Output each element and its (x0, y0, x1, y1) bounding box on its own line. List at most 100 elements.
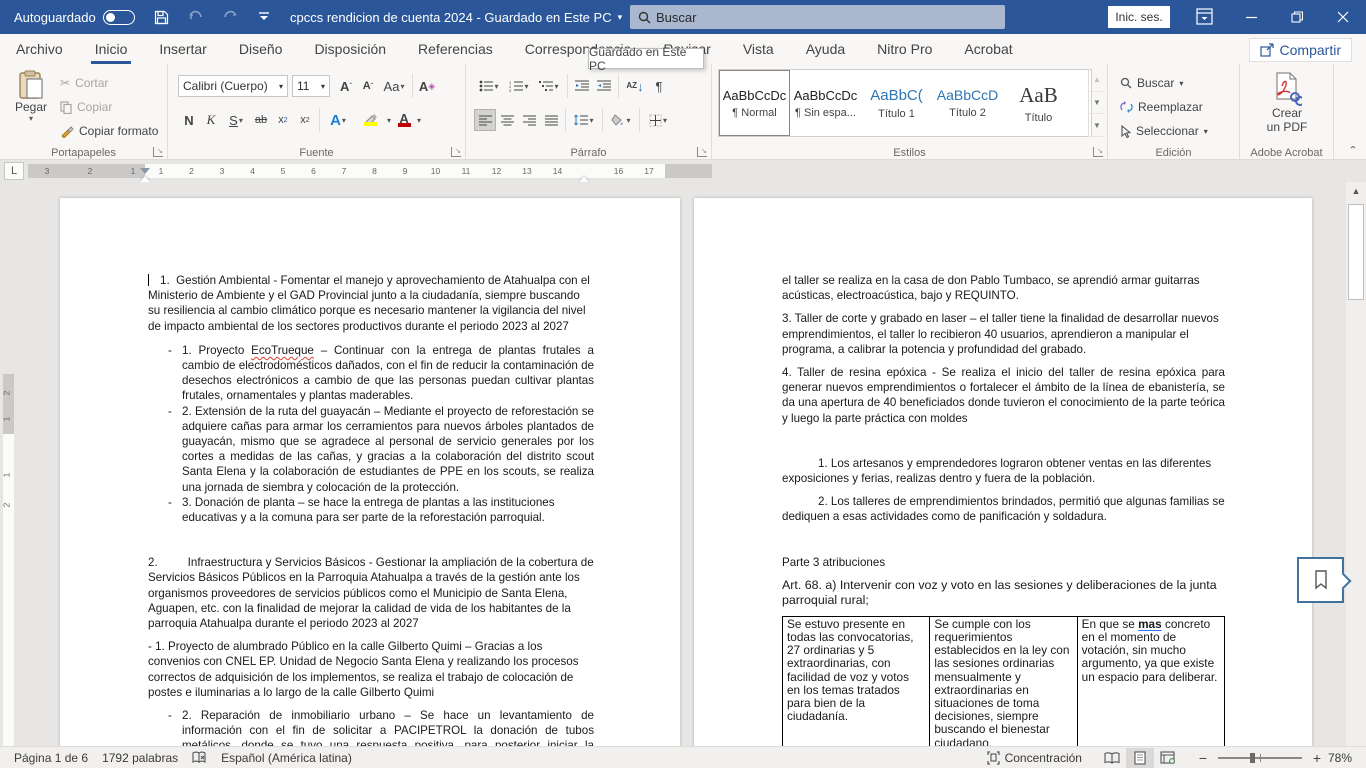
borders-button[interactable]: ▾ (643, 109, 673, 131)
zoom-in-button[interactable]: + (1310, 750, 1324, 766)
justify-button[interactable] (540, 109, 562, 131)
tab-diseno[interactable]: Diseño (223, 34, 299, 64)
align-center-button[interactable] (496, 109, 518, 131)
paragraph[interactable]: 4. Taller de resina epóxica - Se realiza… (782, 365, 1225, 426)
tab-insertar[interactable]: Insertar (143, 34, 222, 64)
zoom-slider[interactable] (1218, 757, 1302, 759)
strikethrough-button[interactable]: ab (250, 109, 272, 131)
increase-indent-button[interactable] (593, 75, 615, 97)
close-button[interactable] (1320, 0, 1366, 34)
web-layout-button[interactable] (1154, 748, 1182, 768)
focus-mode-button[interactable]: Concentración (987, 751, 1082, 765)
sort-button[interactable]: AZ↓ (622, 75, 648, 97)
underline-button[interactable]: S▾ (222, 109, 250, 131)
font-color-button[interactable]: A (391, 109, 417, 131)
language-indicator[interactable]: Español (América latina) (221, 751, 352, 765)
font-family-select[interactable]: Calibri (Cuerpo)▾ (178, 75, 288, 97)
zoom-slider-thumb[interactable] (1250, 753, 1255, 763)
list-item[interactable]: 1. Proyecto EcoTrueque – Continuar con l… (148, 343, 594, 404)
document-table[interactable]: Se estuvo presente en todas las convocat… (782, 616, 1225, 746)
align-left-button[interactable] (474, 109, 496, 131)
shading-button[interactable]: ▾ (606, 109, 636, 131)
search-input[interactable]: Buscar (630, 5, 1005, 29)
style-normal[interactable]: AaBbCcDc ¶ Normal (719, 70, 790, 136)
list-item[interactable]: 2. Extensión de la ruta del guayacán – M… (148, 404, 594, 495)
first-line-indent-marker[interactable] (140, 168, 150, 174)
show-marks-button[interactable]: ¶ (648, 75, 670, 97)
paragraph[interactable]: Art. 68. a) Intervenir con voz y voto en… (782, 578, 1225, 608)
paragraph[interactable]: 1. Gestión Ambiental - Fomentar el manej… (148, 273, 594, 334)
style-heading2[interactable]: AaBbCcD Título 2 (932, 70, 1003, 136)
tab-inicio[interactable]: Inicio (79, 34, 144, 64)
paste-button[interactable]: Pegar ▾ (8, 70, 54, 123)
paragraph[interactable]: - 1. Proyecto de alumbrado Público en la… (148, 639, 594, 700)
tab-vista[interactable]: Vista (727, 34, 790, 64)
table-cell[interactable]: Se cumple con los requerimientos estable… (930, 616, 1077, 746)
style-no-spacing[interactable]: AaBbCcDc ¶ Sin espa... (790, 70, 861, 136)
subscript-button[interactable]: x2 (272, 109, 294, 131)
paragraph[interactable]: el taller se realiza en la casa de don P… (782, 273, 1225, 303)
save-icon[interactable] (153, 8, 171, 26)
paragraph[interactable]: 2.Infraestructura y Servicios Básicos - … (148, 555, 594, 631)
align-right-button[interactable] (518, 109, 540, 131)
page-1[interactable]: 1. Gestión Ambiental - Fomentar el manej… (60, 198, 680, 746)
clipboard-dialog-launcher[interactable]: ↘ (153, 147, 163, 157)
bullets-button[interactable]: ▾ (474, 75, 504, 97)
text-effects-button[interactable]: A▾ (323, 109, 353, 131)
autosave-switch[interactable] (103, 10, 135, 25)
zoom-level[interactable]: 78% (1328, 751, 1352, 765)
paragraph-dialog-launcher[interactable]: ↘ (697, 147, 707, 157)
proofing-errors-icon[interactable] (192, 751, 207, 765)
format-painter-button[interactable]: Copiar formato (60, 120, 158, 142)
font-dialog-launcher[interactable]: ↘ (451, 147, 461, 157)
zoom-out-button[interactable]: − (1196, 750, 1210, 766)
collapse-ribbon-icon[interactable]: ⌃ (1348, 144, 1358, 155)
vertical-scrollbar[interactable]: ▲ (1346, 182, 1366, 746)
decrease-indent-button[interactable] (571, 75, 593, 97)
word-count[interactable]: 1792 palabras (102, 751, 178, 765)
superscript-button[interactable]: x2 (294, 109, 316, 131)
list-item[interactable]: 2. Reparación de inmobiliario urbano – S… (148, 708, 594, 746)
styles-scroll-up-icon[interactable]: ▲ (1089, 69, 1105, 92)
page-2[interactable]: el taller se realiza en la casa de don P… (694, 198, 1312, 746)
ribbon-display-options-icon[interactable] (1196, 8, 1213, 25)
style-heading1[interactable]: AaBbC( Título 1 (861, 70, 932, 136)
read-mode-button[interactable] (1098, 748, 1126, 768)
tab-archivo[interactable]: Archivo (0, 34, 79, 64)
resume-bookmark-flyout[interactable] (1297, 557, 1344, 603)
change-case-button[interactable]: Aa▾ (379, 75, 409, 97)
replace-button[interactable]: Reemplazar (1120, 96, 1203, 118)
restore-button[interactable] (1274, 0, 1320, 34)
styles-more-icon[interactable]: ▼ (1089, 114, 1105, 137)
tab-nitro-pro[interactable]: Nitro Pro (861, 34, 948, 64)
paragraph[interactable]: 1. Los artesanos y emprendedores lograro… (782, 456, 1225, 486)
styles-dialog-launcher[interactable]: ↘ (1093, 147, 1103, 157)
autosave-toggle[interactable]: Autoguardado (14, 10, 135, 25)
highlight-color-button[interactable] (353, 109, 387, 131)
list-item[interactable]: 3. Donación de planta – se hace la entre… (148, 495, 594, 525)
sign-in-button[interactable]: Inic. ses. (1108, 6, 1170, 28)
create-pdf-button[interactable]: Crear un PDF (1262, 72, 1312, 134)
font-size-select[interactable]: 11▾ (292, 75, 330, 97)
tab-ayuda[interactable]: Ayuda (790, 34, 861, 64)
bold-button[interactable]: N (178, 109, 200, 131)
document-title[interactable]: cpccs rendicion de cuenta 2024 - Guardad… (290, 0, 622, 34)
multilevel-list-button[interactable]: ▾ (534, 75, 564, 97)
paragraph[interactable]: 2. Los talleres de emprendimientos brind… (782, 494, 1225, 524)
line-spacing-button[interactable]: ▾ (569, 109, 599, 131)
clear-formatting-button[interactable]: A◈ (416, 75, 438, 97)
find-button[interactable]: Buscar▾ (1120, 72, 1183, 94)
paragraph[interactable]: 3. Taller de corte y grabado en laser – … (782, 311, 1225, 357)
tab-stop-selector[interactable]: L (4, 162, 24, 180)
grow-font-button[interactable]: Aˆ (335, 75, 357, 97)
page-indicator[interactable]: Página 1 de 6 (14, 751, 88, 765)
customize-qat-icon[interactable] (255, 8, 273, 26)
minimize-button[interactable] (1228, 0, 1274, 34)
shrink-font-button[interactable]: Aˇ (357, 75, 379, 97)
paragraph[interactable]: Parte 3 atribuciones (782, 555, 1225, 570)
numbering-button[interactable]: 123▾ (504, 75, 534, 97)
style-title[interactable]: AaB Título (1003, 70, 1074, 136)
tab-referencias[interactable]: Referencias (402, 34, 509, 64)
select-button[interactable]: Seleccionar▾ (1120, 120, 1208, 142)
styles-scroll-down-icon[interactable]: ▼ (1089, 92, 1105, 115)
